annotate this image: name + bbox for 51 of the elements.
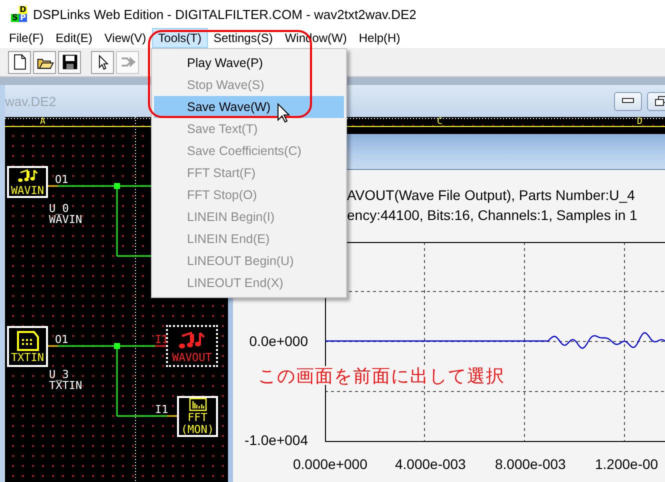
column-label: D bbox=[637, 117, 642, 128]
part-id: U_3 bbox=[49, 369, 70, 380]
axis-tick-label: 4.000e-003 bbox=[395, 456, 466, 472]
save-button[interactable] bbox=[58, 50, 81, 74]
axis-tick-label: 8.000e-003 bbox=[495, 456, 566, 472]
restore-icon bbox=[655, 96, 665, 106]
new-button[interactable] bbox=[8, 50, 31, 74]
pointer-button[interactable] bbox=[91, 50, 114, 74]
port-label: I1 bbox=[155, 405, 168, 415]
menu-item[interactable]: Tools(T) bbox=[152, 28, 208, 48]
axis-tick-label: -1.0e+004 bbox=[244, 432, 308, 448]
part-label: (MON) bbox=[180, 424, 214, 435]
part-name: WAVIN bbox=[49, 214, 82, 225]
menu-item[interactable]: Settings(S) bbox=[208, 28, 279, 48]
part-label: WAVIN bbox=[10, 185, 44, 196]
wire-stub bbox=[155, 345, 168, 347]
axis-tick-label: 0.0e+000 bbox=[249, 333, 308, 349]
app-logo: D S P bbox=[11, 6, 27, 22]
part-label: FFT bbox=[188, 412, 208, 423]
cursor-icon bbox=[277, 103, 290, 123]
part-block[interactable]: WAVOUT bbox=[166, 325, 218, 367]
menu-item[interactable]: File(F) bbox=[3, 28, 50, 48]
menu-item[interactable]: View(V) bbox=[98, 28, 152, 48]
menu-item[interactable]: Help(H) bbox=[352, 28, 406, 48]
minimize-button[interactable] bbox=[614, 92, 642, 110]
column-label: A bbox=[40, 117, 46, 128]
menu-item[interactable]: Edit(E) bbox=[50, 28, 98, 48]
part-name: TXTIN bbox=[49, 380, 82, 391]
open-button[interactable] bbox=[33, 50, 56, 74]
info-text: ency:44100, Bits:16, Channels:1, Samples in 1 bbox=[347, 207, 638, 223]
wire-stub bbox=[48, 345, 58, 347]
part-label: WAVOUT bbox=[172, 352, 212, 362]
column-label: C bbox=[437, 117, 442, 128]
port-label: I1 bbox=[155, 335, 168, 345]
axis-tick-label: 1.200e-00 bbox=[595, 456, 658, 472]
part-block[interactable]: TXTIN bbox=[7, 326, 48, 367]
minimize-icon bbox=[622, 98, 634, 104]
axis-tick-label: 0.000e+000 bbox=[293, 456, 368, 472]
port-label: O1 bbox=[55, 175, 68, 185]
menu-entry[interactable]: Save Wave(W) bbox=[154, 96, 344, 118]
document-title: wav.DE2 bbox=[5, 94, 56, 108]
port-label: O1 bbox=[55, 335, 68, 345]
window-title: DSPLinks Web Edition - DIGITALFILTER.COM - wav2txt2wav.DE2 bbox=[33, 6, 416, 22]
wire-stub bbox=[167, 415, 177, 417]
wire-stub bbox=[48, 185, 58, 187]
part-id: U_0 bbox=[49, 203, 70, 214]
part-label: TXTIN bbox=[10, 352, 44, 363]
part-block[interactable]: FFT (MON) bbox=[177, 396, 218, 437]
info-text: AVOUT(Wave File Output), Parts Number:U_4 bbox=[347, 187, 635, 203]
music-notes-icon bbox=[178, 330, 206, 350]
part-block[interactable]: WAVIN bbox=[7, 166, 48, 198]
